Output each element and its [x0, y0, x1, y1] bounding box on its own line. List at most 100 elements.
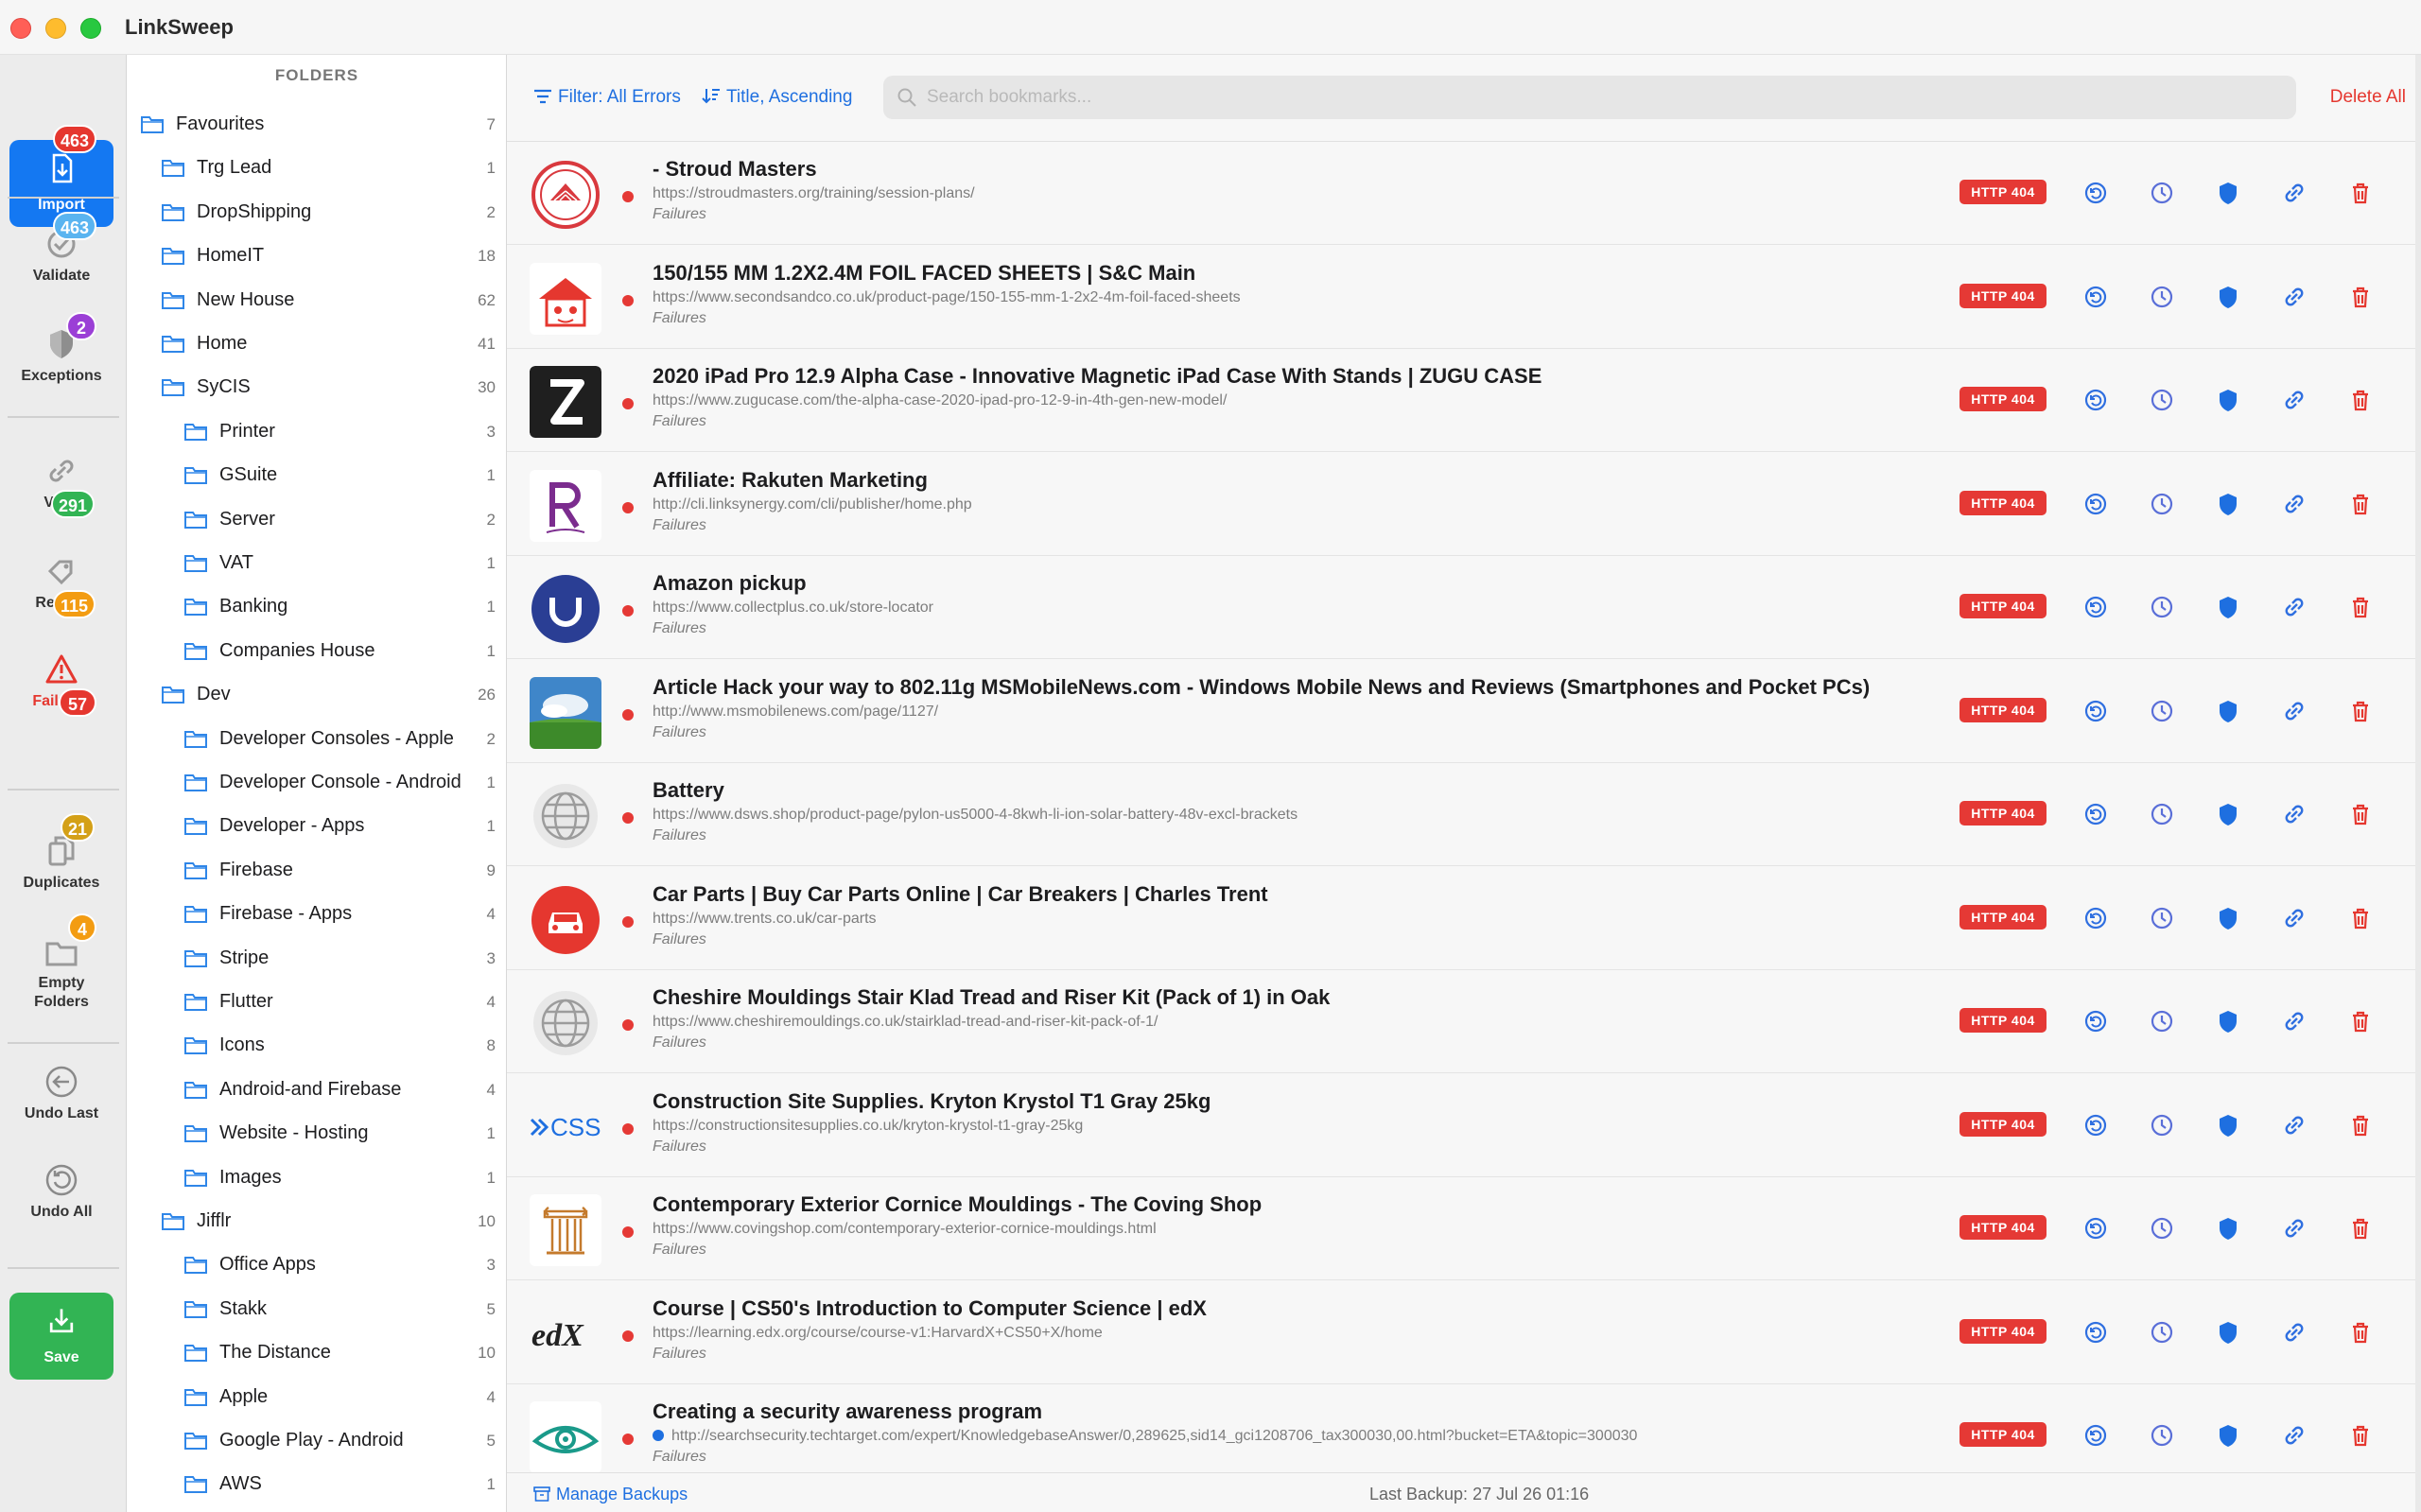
revalidate-icon[interactable]: [2082, 284, 2109, 310]
open-link-icon[interactable]: [2281, 1319, 2308, 1346]
folder-item[interactable]: DropShipping 2: [127, 190, 506, 234]
folder-item[interactable]: Banking 1: [127, 584, 506, 628]
bookmark-url[interactable]: https://www.trents.co.uk/car-parts: [653, 911, 877, 928]
folder-item[interactable]: Dev 26: [127, 672, 506, 716]
folder-item[interactable]: Google Play - Android 5: [127, 1418, 506, 1462]
trash-icon[interactable]: [2347, 491, 2374, 517]
close-window-button[interactable]: [10, 18, 31, 39]
shield-icon[interactable]: [2215, 284, 2241, 310]
folder-item[interactable]: Home 41: [127, 322, 506, 365]
trash-icon[interactable]: [2347, 698, 2374, 724]
folder-item[interactable]: The Distance 10: [127, 1330, 506, 1374]
folder-item[interactable]: Printer 3: [127, 409, 506, 453]
shield-icon[interactable]: [2215, 594, 2241, 620]
revalidate-icon[interactable]: [2082, 1215, 2109, 1242]
bookmark-title[interactable]: Construction Site Supplies. Kryton Kryst…: [653, 1089, 1210, 1114]
bookmark-row[interactable]: Car Parts | Buy Car Parts Online | Car B…: [507, 866, 2421, 970]
manage-backups-button[interactable]: Manage Backups: [533, 1485, 688, 1504]
shield-icon[interactable]: [2215, 387, 2241, 413]
folder-item[interactable]: Favourites 7: [127, 102, 506, 146]
bookmark-url[interactable]: https://www.covingshop.com/contemporary-…: [653, 1221, 1157, 1238]
history-icon[interactable]: [2149, 284, 2175, 310]
bookmark-url[interactable]: https://www.dsws.shop/product-page/pylon…: [653, 807, 1298, 824]
folder-item[interactable]: VAT 1: [127, 541, 506, 584]
bookmark-title[interactable]: Battery: [653, 778, 724, 803]
open-link-icon[interactable]: [2281, 1008, 2308, 1034]
folder-item[interactable]: Icons 8: [127, 1023, 506, 1067]
revalidate-icon[interactable]: [2082, 387, 2109, 413]
revalidate-icon[interactable]: [2082, 1112, 2109, 1138]
save-button[interactable]: Save: [9, 1293, 113, 1380]
shield-icon[interactable]: [2215, 1319, 2241, 1346]
bookmark-title[interactable]: Contemporary Exterior Cornice Mouldings …: [653, 1192, 1262, 1217]
revalidate-icon[interactable]: [2082, 801, 2109, 827]
bookmark-title[interactable]: Creating a security awareness program: [653, 1399, 1042, 1424]
folder-item[interactable]: Trg Lead 1: [127, 146, 506, 189]
bookmark-row[interactable]: Battery https://www.dsws.shop/product-pag…: [507, 763, 2421, 866]
trash-icon[interactable]: [2347, 801, 2374, 827]
trash-icon[interactable]: [2347, 1215, 2374, 1242]
revalidate-icon[interactable]: [2082, 1422, 2109, 1449]
bookmark-row[interactable]: Creating a security awareness program htt…: [507, 1384, 2421, 1472]
bookmark-title[interactable]: Article Hack your way to 802.11g MSMobil…: [653, 675, 1870, 700]
history-icon[interactable]: [2149, 801, 2175, 827]
delete-all-button[interactable]: Delete All: [2330, 87, 2406, 108]
folder-item[interactable]: SyCIS 30: [127, 365, 506, 408]
bookmark-url[interactable]: https://constructionsitesupplies.co.uk/k…: [653, 1118, 1083, 1135]
folder-item[interactable]: Stakk 5: [127, 1287, 506, 1330]
folder-item[interactable]: Developer Consoles - Apple 2: [127, 717, 506, 760]
open-link-icon[interactable]: [2281, 801, 2308, 827]
folder-item[interactable]: Jifflr 10: [127, 1199, 506, 1243]
bookmark-url[interactable]: https://www.collectplus.co.uk/store-loca…: [653, 600, 933, 617]
trash-icon[interactable]: [2347, 387, 2374, 413]
bookmark-title[interactable]: Amazon pickup: [653, 571, 807, 596]
bookmark-row[interactable]: - Stroud Masters https://stroudmasters.or…: [507, 142, 2421, 245]
trash-icon[interactable]: [2347, 1319, 2374, 1346]
bookmark-url[interactable]: https://www.zugucase.com/the-alpha-case-…: [653, 392, 1227, 409]
shield-icon[interactable]: [2215, 1008, 2241, 1034]
undo-last-button[interactable]: Undo Last: [9, 1063, 113, 1138]
sort-button[interactable]: Title, Ascending: [702, 87, 852, 108]
trash-icon[interactable]: [2347, 1422, 2374, 1449]
bookmark-url[interactable]: https://www.cheshiremouldings.co.uk/stai…: [653, 1014, 1158, 1031]
bookmark-title[interactable]: Affiliate: Rakuten Marketing: [653, 468, 928, 493]
open-link-icon[interactable]: [2281, 698, 2308, 724]
folder-item[interactable]: Images 1: [127, 1156, 506, 1199]
trash-icon[interactable]: [2347, 594, 2374, 620]
bookmark-row[interactable]: CSS Construction Site Supplies. Kryton Kr…: [507, 1073, 2421, 1177]
bookmark-row[interactable]: 150/155 MM 1.2X2.4M FOIL FACED SHEETS | …: [507, 245, 2421, 349]
bookmark-title[interactable]: Course | CS50's Introduction to Computer…: [653, 1296, 1207, 1321]
shield-icon[interactable]: [2215, 491, 2241, 517]
zoom-window-button[interactable]: [80, 18, 101, 39]
open-link-icon[interactable]: [2281, 1422, 2308, 1449]
folder-item[interactable]: Firebase - Apps 4: [127, 892, 506, 935]
exceptions-button[interactable]: Exceptions: [9, 312, 113, 388]
open-link-icon[interactable]: [2281, 1112, 2308, 1138]
trash-icon[interactable]: [2347, 1112, 2374, 1138]
bookmark-row[interactable]: Contemporary Exterior Cornice Mouldings …: [507, 1177, 2421, 1280]
revalidate-icon[interactable]: [2082, 594, 2109, 620]
revalidate-icon[interactable]: [2082, 1008, 2109, 1034]
search-input[interactable]: [927, 83, 2270, 112]
trash-icon[interactable]: [2347, 1008, 2374, 1034]
shield-icon[interactable]: [2215, 1422, 2241, 1449]
bookmark-row[interactable]: 2020 iPad Pro 12.9 Alpha Case - Innovati…: [507, 349, 2421, 452]
bookmark-url[interactable]: https://www.secondsandco.co.uk/product-p…: [653, 289, 1241, 306]
open-link-icon[interactable]: [2281, 905, 2308, 931]
bookmark-title[interactable]: 150/155 MM 1.2X2.4M FOIL FACED SHEETS | …: [653, 261, 1195, 286]
undo-all-button[interactable]: Undo All: [9, 1161, 113, 1237]
bookmark-url[interactable]: https://learning.edx.org/course/course-v…: [653, 1325, 1103, 1342]
folder-item[interactable]: Firebase 9: [127, 848, 506, 892]
revalidate-icon[interactable]: [2082, 698, 2109, 724]
open-link-icon[interactable]: [2281, 594, 2308, 620]
history-icon[interactable]: [2149, 1112, 2175, 1138]
revalidate-icon[interactable]: [2082, 905, 2109, 931]
open-link-icon[interactable]: [2281, 387, 2308, 413]
minimize-window-button[interactable]: [45, 18, 66, 39]
bookmark-row[interactable]: Article Hack your way to 802.11g MSMobil…: [507, 659, 2421, 763]
history-icon[interactable]: [2149, 594, 2175, 620]
shield-icon[interactable]: [2215, 180, 2241, 206]
bookmark-row[interactable]: edX Course | CS50's Introduction to Compu…: [507, 1280, 2421, 1384]
revalidate-icon[interactable]: [2082, 1319, 2109, 1346]
filter-button[interactable]: Filter: All Errors: [533, 87, 681, 108]
